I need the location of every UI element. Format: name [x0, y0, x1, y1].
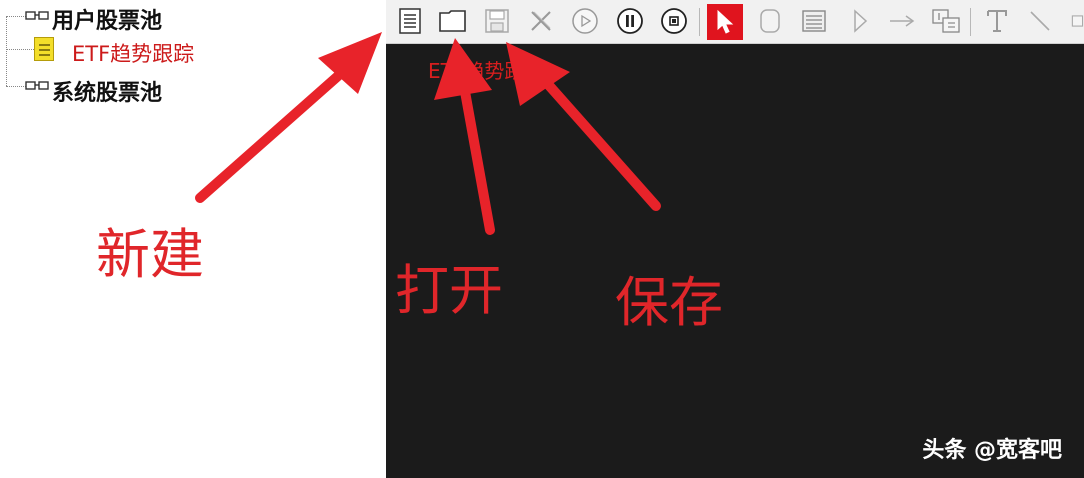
tree-item-label: ETF趋势跟踪: [72, 42, 195, 66]
annotation-new-label: 新建: [96, 223, 204, 286]
glasses-icon: [25, 81, 49, 90]
watermark: 头条 @宽客吧: [922, 438, 1062, 463]
annotation-save-label: 保存: [615, 271, 723, 334]
play-button[interactable]: [569, 5, 601, 37]
play-circle-icon: [572, 8, 598, 34]
arrow-tool-button[interactable]: [886, 5, 918, 37]
open-file-button[interactable]: [437, 5, 469, 37]
text-tool-icon: [987, 10, 1007, 32]
list-block-icon: [802, 10, 826, 32]
annotation-open-label: 打开: [395, 259, 503, 322]
stop-circle-icon: [661, 8, 687, 34]
tree-group-label: 用户股票池: [52, 9, 163, 34]
tree-group-system-pool[interactable]: 系统股票池: [0, 70, 260, 106]
canvas-strategy-title: ETF趋势跟踪: [428, 59, 545, 83]
rect-icon: [1071, 15, 1084, 27]
stop-button[interactable]: [658, 5, 690, 37]
toolbar-separator: [699, 8, 700, 36]
pause-circle-icon: [617, 8, 643, 34]
select-tool-button[interactable]: [707, 4, 743, 40]
cross-icon: [531, 11, 551, 31]
pause-button[interactable]: [614, 5, 646, 37]
text-tool-button[interactable]: [981, 5, 1013, 37]
note-icon: [34, 37, 54, 61]
line-icon: [1030, 11, 1050, 31]
rect-tool-button[interactable]: [1068, 5, 1084, 37]
tree-group-label: 系统股票池: [52, 81, 163, 106]
delete-button[interactable]: [525, 5, 557, 37]
folder-icon: [439, 10, 466, 32]
floppy-disk-icon: [485, 9, 509, 33]
tree-item-etf-trend[interactable]: ETF趋势跟踪: [0, 34, 260, 68]
toolbar-separator: [970, 8, 971, 36]
pointer-icon: [717, 9, 734, 34]
triangle-tool-button[interactable]: [844, 5, 876, 37]
text-box-tool-button[interactable]: [930, 5, 962, 37]
text-box-icon: [932, 9, 960, 33]
rounded-rect-tool-button[interactable]: [754, 5, 786, 37]
list-block-tool-button[interactable]: [798, 5, 830, 37]
document-icon: [399, 8, 421, 34]
rounded-rect-icon: [760, 9, 780, 33]
line-tool-button[interactable]: [1024, 5, 1056, 37]
triangle-icon: [854, 9, 868, 33]
tree-group-user-pool[interactable]: 用户股票池: [0, 0, 260, 34]
glasses-icon: [25, 11, 49, 20]
new-file-button[interactable]: [394, 5, 426, 37]
save-file-button[interactable]: [481, 5, 513, 37]
arrow-icon: [890, 15, 915, 27]
toolbar: [386, 0, 1084, 44]
